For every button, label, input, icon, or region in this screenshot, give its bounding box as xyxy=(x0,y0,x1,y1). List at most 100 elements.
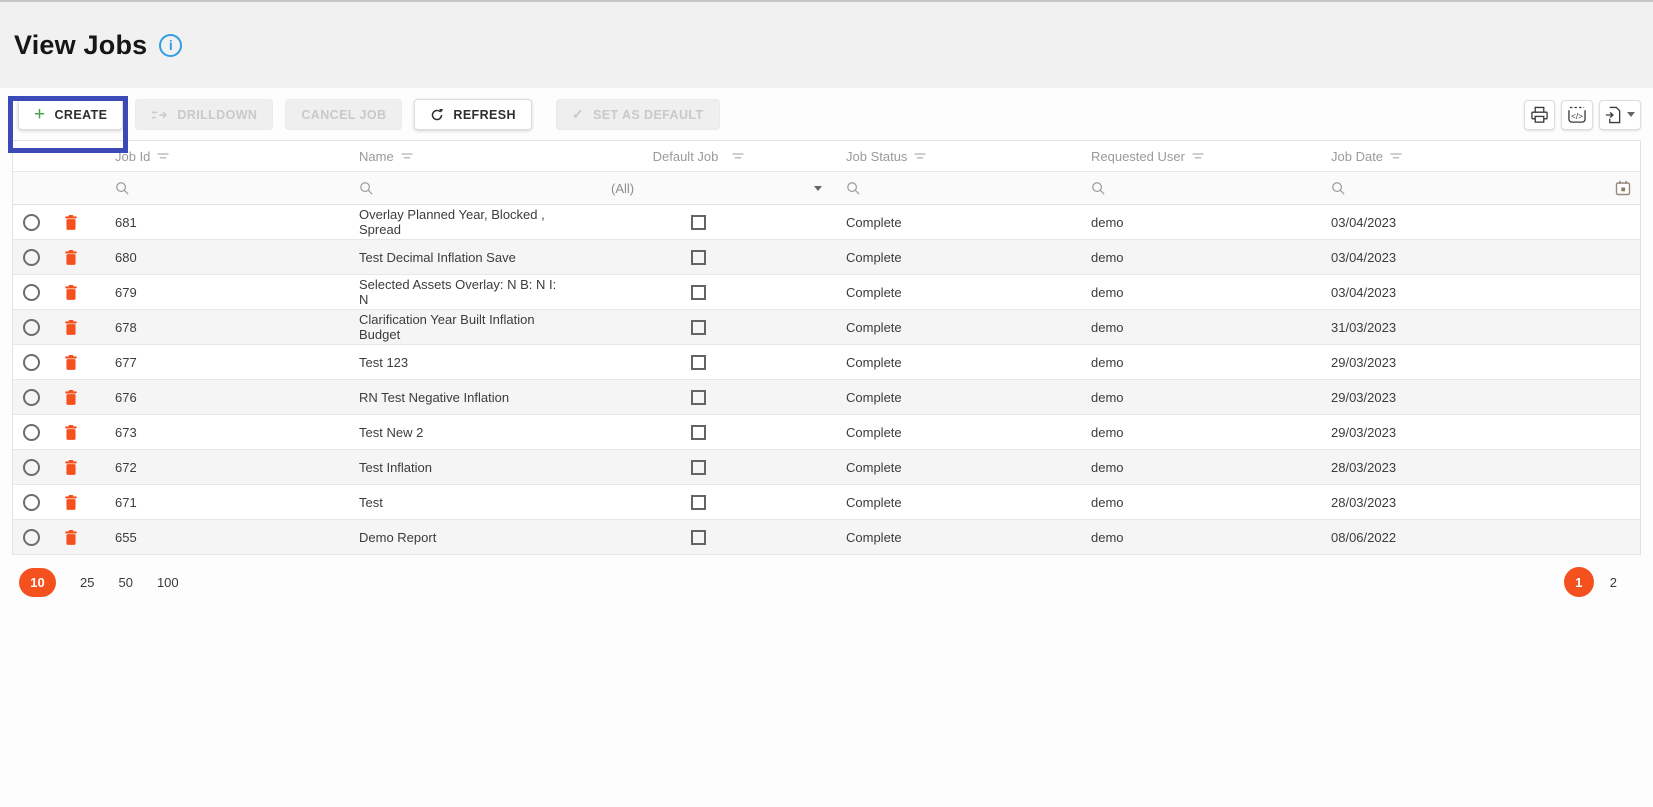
row-radio-button[interactable] xyxy=(22,388,40,406)
page-size-25[interactable]: 25 xyxy=(80,575,94,590)
job-status-cell: Complete xyxy=(846,354,902,370)
set-as-default-button-label: SET AS DEFAULT xyxy=(593,107,704,122)
delete-icon[interactable] xyxy=(64,459,78,476)
job-date-cell: 03/04/2023 xyxy=(1331,284,1397,300)
delete-icon[interactable] xyxy=(64,214,78,231)
default-job-checkbox[interactable] xyxy=(691,214,706,230)
requested-user-cell: demo xyxy=(1091,494,1124,510)
default-job-checkbox[interactable] xyxy=(691,529,706,545)
page-size-100[interactable]: 100 xyxy=(157,575,179,590)
header-filter-icon[interactable] xyxy=(1390,152,1402,160)
default-job-checkbox[interactable] xyxy=(691,459,706,475)
drilldown-button-label: DRILLDOWN xyxy=(177,107,258,122)
default-job-checkbox[interactable] xyxy=(691,319,706,335)
default-job-checkbox[interactable] xyxy=(691,424,706,440)
jobs-table: Job Id Name Default Job Job Status Reque… xyxy=(12,140,1641,555)
job-id-cell: 679 xyxy=(115,284,137,300)
search-icon xyxy=(1092,181,1105,195)
table-row: 680 Test Decimal Inflation Save Complete… xyxy=(13,240,1640,275)
table-row: 677 Test 123 Complete demo 29/03/2023 xyxy=(13,345,1640,380)
delete-icon[interactable] xyxy=(64,529,78,546)
row-select-cell xyxy=(13,205,49,239)
filter-job-status[interactable] xyxy=(836,172,1081,204)
row-select-cell xyxy=(13,380,49,414)
job-id-cell: 671 xyxy=(115,494,137,510)
delete-icon[interactable] xyxy=(64,319,78,336)
row-select-cell xyxy=(13,345,49,379)
column-header-job-status[interactable]: Job Status xyxy=(836,141,1081,171)
default-job-checkbox[interactable] xyxy=(691,354,706,370)
row-radio-button[interactable] xyxy=(22,458,40,476)
header-filter-icon[interactable] xyxy=(914,152,926,160)
page-header: View Jobs i xyxy=(0,2,1653,88)
row-radio-button[interactable] xyxy=(22,213,40,231)
header-filter-icon[interactable] xyxy=(401,152,413,160)
filter-requested-user[interactable] xyxy=(1081,172,1321,204)
row-radio-button[interactable] xyxy=(22,493,40,511)
delete-icon[interactable] xyxy=(64,424,78,441)
default-job-checkbox[interactable] xyxy=(691,494,706,510)
delete-icon[interactable] xyxy=(64,494,78,511)
delete-icon[interactable] xyxy=(64,389,78,406)
filter-job-id[interactable] xyxy=(93,172,349,204)
job-name-cell: Test xyxy=(359,494,383,510)
default-job-cell xyxy=(561,275,836,309)
export-code-button[interactable]: </> xyxy=(1561,99,1593,130)
row-radio-button[interactable] xyxy=(22,423,40,441)
row-radio-button[interactable] xyxy=(22,248,40,266)
header-filter-icon[interactable] xyxy=(1192,152,1204,160)
export-button[interactable] xyxy=(1599,99,1641,130)
page-2[interactable]: 2 xyxy=(1610,575,1617,590)
column-header-requested-user[interactable]: Requested User xyxy=(1081,141,1321,171)
job-id-cell: 672 xyxy=(115,459,137,475)
calendar-icon[interactable] xyxy=(1615,180,1631,196)
requested-user-cell: demo xyxy=(1091,529,1124,545)
table-row: 655 Demo Report Complete demo 08/06/2022 xyxy=(13,520,1640,555)
column-header-default-job[interactable]: Default Job xyxy=(561,141,836,171)
column-header-job-id[interactable]: Job Id xyxy=(93,141,349,171)
page-1[interactable]: 1 xyxy=(1563,567,1594,597)
job-name-cell: Demo Report xyxy=(359,529,437,545)
info-icon[interactable]: i xyxy=(159,33,183,57)
filter-row: (All) xyxy=(13,171,1640,205)
row-delete-cell xyxy=(49,275,93,309)
job-status-cell: Complete xyxy=(846,249,902,265)
row-radio-button[interactable] xyxy=(22,528,40,546)
row-delete-cell xyxy=(49,485,93,519)
page-size-10[interactable]: 10 xyxy=(19,567,56,597)
delete-icon[interactable] xyxy=(64,249,78,266)
default-job-cell xyxy=(561,450,836,484)
row-delete-cell xyxy=(49,310,93,344)
filter-default-job-select[interactable]: (All) xyxy=(561,172,836,204)
chevron-down-icon[interactable] xyxy=(814,186,822,191)
header-filter-icon[interactable] xyxy=(732,152,744,160)
default-job-checkbox[interactable] xyxy=(691,249,706,265)
print-button[interactable] xyxy=(1524,99,1555,130)
column-header-job-date[interactable]: Job Date xyxy=(1321,141,1640,171)
row-radio-button[interactable] xyxy=(22,353,40,371)
job-name-cell: Clarification Year Built Inflation Budge… xyxy=(359,312,535,342)
create-button[interactable]: + CREATE xyxy=(18,99,124,130)
table-row: 673 Test New 2 Complete demo 29/03/2023 xyxy=(13,415,1640,450)
filter-job-date[interactable] xyxy=(1321,172,1640,204)
row-radio-button[interactable] xyxy=(22,318,40,336)
delete-icon[interactable] xyxy=(64,284,78,301)
row-select-cell xyxy=(13,310,49,344)
page-size-50[interactable]: 50 xyxy=(118,575,132,590)
check-icon: ✓ xyxy=(571,106,585,122)
header-delete-spacer xyxy=(49,141,93,171)
refresh-button-label: REFRESH xyxy=(453,107,516,122)
default-job-checkbox[interactable] xyxy=(691,284,706,300)
row-radio-button[interactable] xyxy=(22,283,40,301)
filter-name[interactable] xyxy=(349,172,561,204)
default-job-checkbox[interactable] xyxy=(691,389,706,405)
delete-icon[interactable] xyxy=(64,354,78,371)
job-id-cell: 678 xyxy=(115,319,137,335)
header-filter-icon[interactable] xyxy=(157,152,169,160)
page-title: View Jobs xyxy=(14,29,148,60)
table-row: 672 Test Inflation Complete demo 28/03/2… xyxy=(13,450,1640,485)
column-header-name[interactable]: Name xyxy=(349,141,561,171)
refresh-button[interactable]: REFRESH xyxy=(414,99,532,130)
row-select-cell xyxy=(13,275,49,309)
column-header-label: Requested User xyxy=(1091,148,1185,164)
